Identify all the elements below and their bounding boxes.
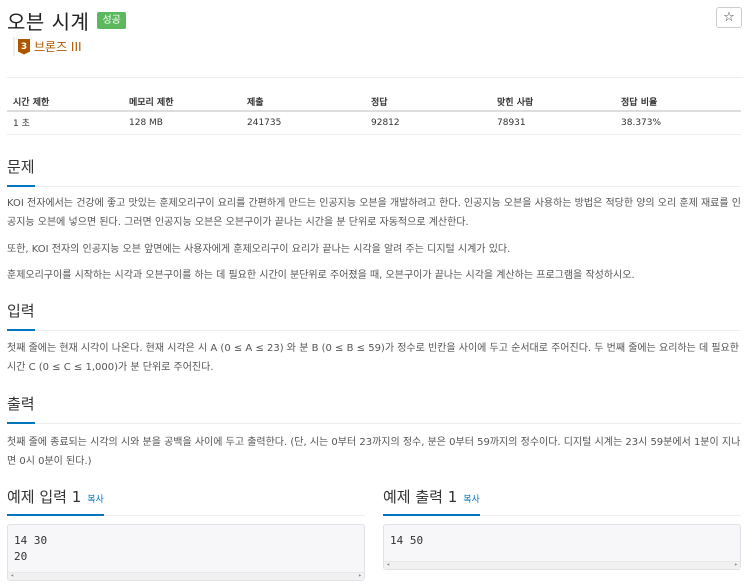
output-section-header: 출력 (7, 393, 741, 424)
sample-input-line-2: 20 (14, 550, 28, 563)
value-accept-ratio: 38.373% (615, 111, 741, 135)
problem-info-table: 시간 제한 메모리 제한 제출 정답 맞힌 사람 정답 비율 1 초 128 M… (7, 93, 741, 135)
problem-section-header: 문제 (7, 156, 741, 187)
scroll-right-icon[interactable]: ▸ (356, 572, 364, 580)
sample-input-title: 예제 입력 1 복사 (7, 486, 104, 516)
star-button[interactable]: ☆ (716, 7, 742, 28)
header-submissions: 제출 (241, 93, 365, 112)
sample-input-line-1: 14 30 (14, 534, 48, 547)
sample-input-title-text: 예제 입력 1 (7, 488, 82, 506)
sample-output-box[interactable]: 14 50 ◂ ▸ (383, 524, 741, 570)
header-time-limit: 시간 제한 (7, 93, 123, 112)
output-description: 첫째 줄에 종료되는 시각의 시와 분을 공백을 사이에 두고 출력한다. (단… (7, 437, 741, 467)
header-solved-users: 맞힌 사람 (491, 93, 615, 112)
input-section-title: 입력 (7, 300, 35, 331)
divider (7, 77, 743, 78)
table-row: 1 초 128 MB 241735 92812 78931 38.373% (7, 111, 741, 135)
table-header-row: 시간 제한 메모리 제한 제출 정답 맞힌 사람 정답 비율 (7, 93, 741, 112)
value-time-limit: 1 초 (7, 111, 123, 135)
status-badge: 성공 (97, 12, 126, 29)
value-solved-users: 78931 (491, 111, 615, 135)
horizontal-scrollbar[interactable]: ◂ ▸ (8, 572, 364, 580)
header-accept-ratio: 정답 비율 (615, 93, 741, 112)
sample-output-title-text: 예제 출력 1 (383, 488, 458, 506)
problem-title: 오븐 시계 (7, 10, 90, 34)
input-description: 첫째 줄에는 현재 시각이 나온다. 현재 시각은 시 A (0 ≤ A ≤ 2… (7, 343, 739, 373)
problem-description-3: 훈제오리구이를 시작하는 시각과 오븐구이를 하는 데 필요한 시간이 분단위로… (7, 270, 635, 281)
sample-output-title: 예제 출력 1 복사 (383, 486, 480, 516)
scroll-right-icon[interactable]: ▸ (732, 561, 740, 569)
value-accepted: 92812 (365, 111, 491, 135)
header-memory-limit: 메모리 제한 (123, 93, 241, 112)
copy-sample-output-link[interactable]: 복사 (463, 495, 480, 505)
output-section-title: 출력 (7, 393, 35, 424)
tier-label: 브론즈 III (34, 40, 82, 54)
value-submissions: 241735 (241, 111, 365, 135)
scroll-left-icon[interactable]: ◂ (8, 572, 16, 580)
horizontal-scrollbar[interactable]: ◂ ▸ (384, 561, 740, 569)
problem-section-title: 문제 (7, 156, 35, 187)
value-memory-limit: 128 MB (123, 111, 241, 135)
star-icon: ☆ (723, 10, 735, 25)
tier[interactable]: 3 브론즈 III (13, 37, 82, 56)
tier-divider (13, 37, 15, 56)
title-row: 오븐 시계 성공 (7, 6, 126, 35)
copy-sample-input-link[interactable]: 복사 (87, 495, 104, 505)
scroll-left-icon[interactable]: ◂ (384, 561, 392, 569)
sample-output-header: 예제 출력 1 복사 (383, 486, 741, 516)
input-section-header: 입력 (7, 300, 741, 331)
sample-input-header: 예제 입력 1 복사 (7, 486, 365, 516)
header-accepted: 정답 (365, 93, 491, 112)
problem-description-1: KOI 전자에서는 건강에 좋고 맛있는 훈제오리구이 요리를 간편하게 만드는… (7, 198, 741, 228)
bronze-tier-icon: 3 (18, 38, 30, 55)
problem-description-2: 또한, KOI 전자의 인공지능 오븐 앞면에는 사용자에게 훈제오리구이 요리… (7, 244, 511, 255)
sample-output-line-1: 14 50 (390, 534, 424, 547)
sample-input-box[interactable]: 14 30 20 ◂ ▸ (7, 524, 365, 581)
